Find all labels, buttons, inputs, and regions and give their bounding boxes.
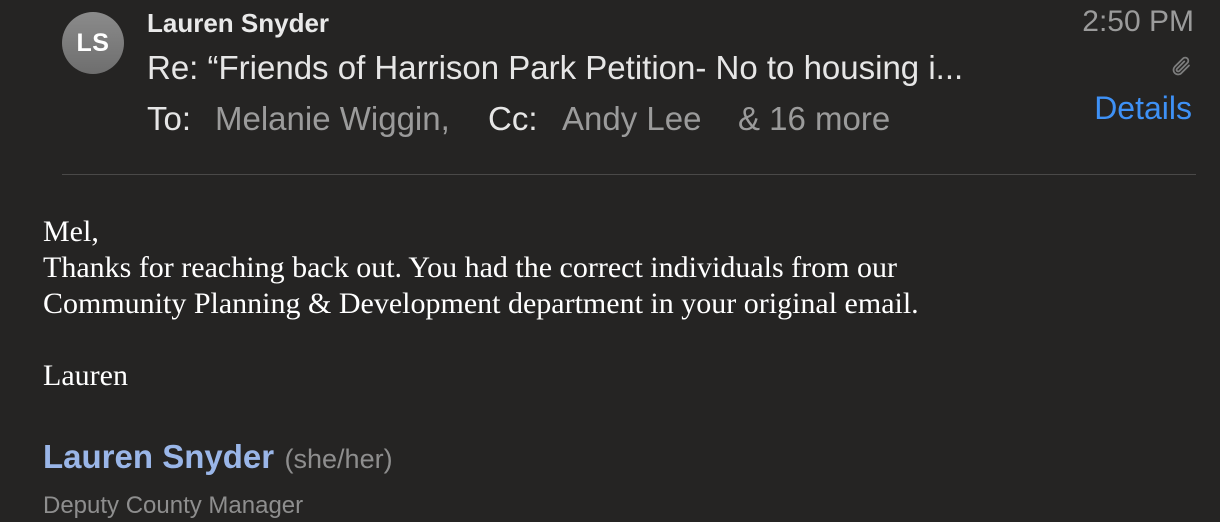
email-timestamp: 2:50 PM (1082, 5, 1194, 38)
signature-pronouns: (she/her) (284, 444, 393, 474)
sender-name[interactable]: Lauren Snyder (147, 8, 329, 39)
message-body: Mel, Thanks for reaching back out. You h… (43, 214, 1203, 394)
paperclip-icon[interactable] (1170, 54, 1194, 78)
to-label: To: (147, 100, 192, 137)
cc-label: Cc: (488, 100, 538, 137)
signature-name-line: Lauren Snyder (she/her) (43, 438, 393, 476)
message-greeting: Mel, (43, 215, 99, 248)
message-closing: Lauren (43, 359, 128, 392)
email-subject: Re: “Friends of Harrison Park Petition- … (147, 49, 964, 86)
message-line-2: Community Planning & Development departm… (43, 287, 919, 320)
details-button[interactable]: Details (1094, 90, 1192, 127)
message-line-1: Thanks for reaching back out. You had th… (43, 251, 897, 284)
signature-name: Lauren Snyder (43, 438, 275, 475)
signature-title: Deputy County Manager (43, 492, 304, 519)
more-recipients-link[interactable]: & 16 more (738, 100, 890, 138)
avatar[interactable]: LS (62, 12, 124, 74)
to-recipient[interactable]: Melanie Wiggin, (215, 100, 450, 138)
header-divider (62, 174, 1196, 175)
cc-recipient[interactable]: Andy Lee (562, 100, 701, 138)
